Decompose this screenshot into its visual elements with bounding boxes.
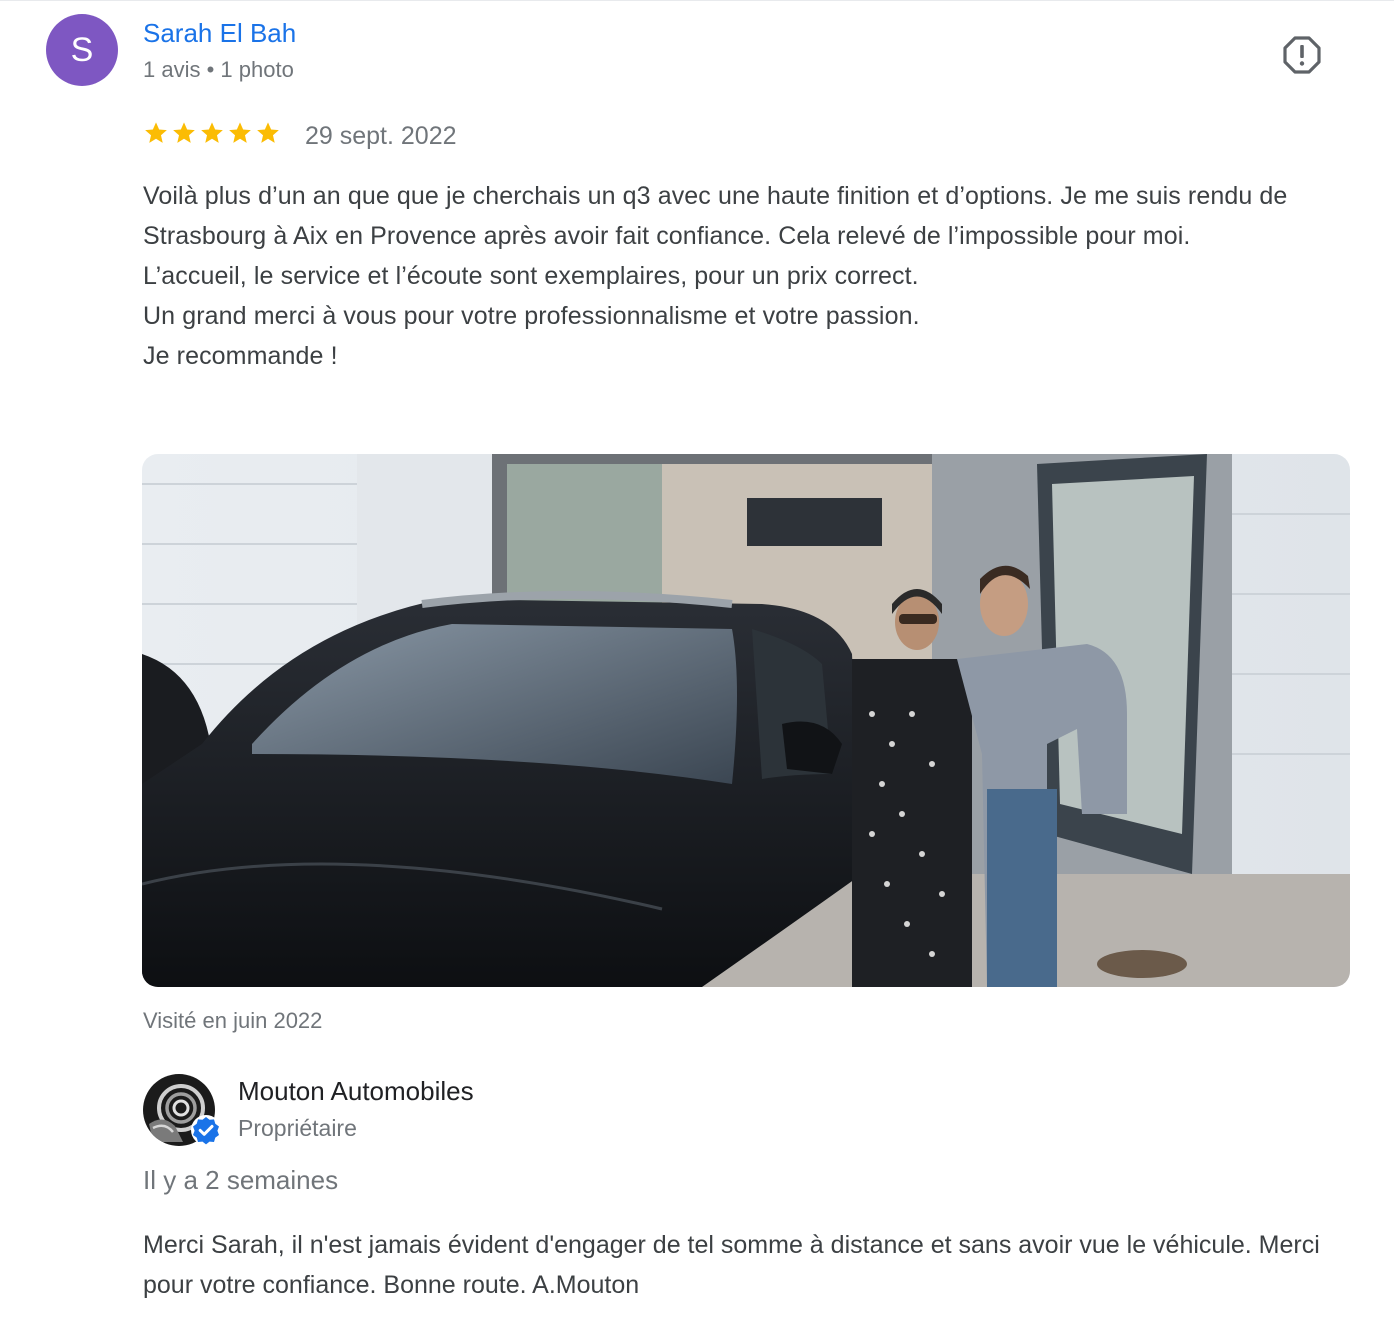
owner-role: Propriétaire: [238, 1115, 357, 1141]
star-icon: [257, 122, 279, 143]
report-icon[interactable]: [1282, 35, 1322, 75]
review-photo[interactable]: [142, 454, 1350, 987]
reply-time: Il y a 2 semaines: [143, 1165, 339, 1195]
reviewer-name-link[interactable]: Sarah El Bah: [143, 18, 296, 49]
star-icon: [173, 122, 195, 143]
reply-text: Merci Sarah, il n'est jamais évident d'e…: [143, 1231, 1320, 1299]
star-rating: [143, 120, 281, 146]
star-icon: [229, 122, 251, 143]
star-icon: [145, 122, 167, 143]
review-text: Voilà plus d’un an que que je cherchais …: [143, 182, 1288, 370]
top-divider: [0, 0, 1394, 1]
star-icon: [201, 122, 223, 143]
owner-name: Mouton Automobiles: [238, 1076, 474, 1106]
reviewer-meta: 1 avis • 1 photo: [143, 57, 294, 82]
review-photo-image: [142, 454, 1350, 987]
review-date: 29 sept. 2022: [305, 122, 457, 150]
avatar-letter: S: [70, 30, 94, 69]
visited-date: Visité en juin 2022: [143, 1008, 323, 1033]
reviewer-avatar[interactable]: S: [46, 14, 118, 86]
verified-badge-icon: [191, 1115, 221, 1145]
